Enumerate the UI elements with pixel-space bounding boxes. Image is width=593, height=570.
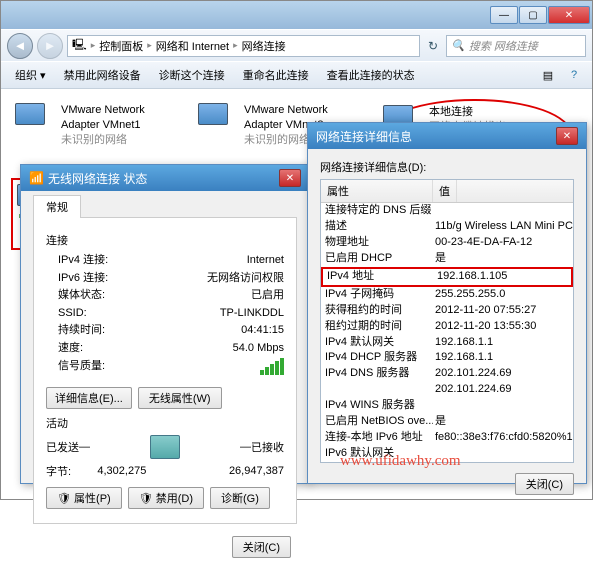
properties-button[interactable]: 🛡 属性(P)	[46, 487, 122, 509]
view-icon[interactable]: ▤	[538, 65, 558, 85]
dialog-titlebar: 📶 无线网络连接 状态 ✕	[21, 165, 309, 191]
table-row[interactable]: 描述11b/g Wireless LAN Mini PCI Ex	[321, 219, 573, 235]
watermark: www.ufidawhy.com	[340, 453, 461, 470]
table-row[interactable]: 连接-本地 IPv6 地址fe80::38e3:f76:cfd0:5820%13	[321, 430, 573, 446]
bytes-sent: 4,302,275	[97, 465, 146, 477]
tab-general[interactable]: 常规	[33, 195, 81, 218]
signal-icon: 📶	[29, 171, 43, 185]
breadcrumb[interactable]: 控制面板	[99, 38, 143, 54]
adapter-vmnet1[interactable]: VMware Network Adapter VMnet1 未识别的网络	[11, 99, 186, 170]
table-row[interactable]: IPv4 DHCP 服务器192.168.1.1	[321, 350, 573, 366]
activity-section-label: 活动	[46, 415, 284, 431]
bytes-recv: 26,947,387	[229, 465, 284, 477]
wireless-props-button[interactable]: 无线属性(W)	[138, 387, 222, 409]
col-value[interactable]: 值	[433, 180, 457, 202]
view-status-button[interactable]: 查看此连接的状态	[321, 65, 421, 85]
table-row[interactable]: IPv4 默认网关192.168.1.1	[321, 335, 573, 351]
details-table: 属性 值 连接特定的 DNS 后缀描述11b/g Wireless LAN Mi…	[320, 179, 574, 463]
diagnose-button[interactable]: 诊断这个连接	[153, 65, 231, 85]
help-icon[interactable]: ?	[564, 65, 584, 85]
close-button[interactable]: 关闭(C)	[515, 473, 574, 495]
activity-icon	[150, 435, 180, 459]
computer-icon: 🖳	[72, 36, 87, 55]
maximize-button[interactable]: ▢	[519, 6, 547, 24]
breadcrumb[interactable]: 网络和 Internet	[156, 38, 229, 54]
titlebar: — ▢ ✕	[1, 1, 592, 29]
navbar: ◄ ► 🖳 ▸ 控制面板 ▸ 网络和 Internet ▸ 网络连接 ↻ 🔍 搜…	[1, 29, 592, 61]
table-row[interactable]: 租约过期的时间2012-11-20 13:55:30	[321, 319, 573, 335]
adapter-icon	[15, 103, 53, 135]
close-button[interactable]: 关闭(C)	[232, 536, 291, 558]
toolbar: 组织 ▾ 禁用此网络设备 诊断这个连接 重命名此连接 查看此连接的状态 ▤ ?	[1, 61, 592, 89]
adapter-icon	[198, 103, 236, 135]
disable-device-button[interactable]: 禁用此网络设备	[58, 65, 147, 85]
details-button[interactable]: 详细信息(E)...	[46, 387, 132, 409]
signal-quality-icon	[260, 358, 284, 375]
table-row[interactable]: IPv4 子网掩码255.255.255.0	[321, 287, 573, 303]
minimize-button[interactable]: —	[490, 6, 518, 24]
back-button[interactable]: ◄	[7, 33, 33, 59]
table-row[interactable]: 物理地址00-23-4E-DA-FA-12	[321, 235, 573, 251]
table-row[interactable]: IPv4 WINS 服务器	[321, 398, 573, 414]
connection-details-dialog: 网络连接详细信息 ✕ 网络连接详细信息(D): 属性 值 连接特定的 DNS 后…	[307, 122, 587, 484]
table-row[interactable]: 202.101.224.69	[321, 382, 573, 398]
dialog-titlebar: 网络连接详细信息 ✕	[308, 123, 586, 149]
connection-section-label: 连接	[46, 232, 284, 248]
organize-menu[interactable]: 组织 ▾	[9, 65, 52, 85]
search-icon: 🔍	[451, 39, 465, 52]
close-button[interactable]: ✕	[556, 127, 578, 145]
wireless-status-dialog: 📶 无线网络连接 状态 ✕ 常规 连接 IPv4 连接:InternetIPv6…	[20, 164, 310, 484]
table-row[interactable]: 已启用 NetBIOS ove...是	[321, 414, 573, 430]
forward-button[interactable]: ►	[37, 33, 63, 59]
diagnose-button[interactable]: 诊断(G)	[210, 487, 270, 509]
search-input[interactable]: 🔍 搜索 网络连接	[446, 35, 586, 57]
table-row[interactable]: 连接特定的 DNS 后缀	[321, 203, 573, 219]
breadcrumb[interactable]: 网络连接	[242, 38, 286, 54]
address-bar[interactable]: 🖳 ▸ 控制面板 ▸ 网络和 Internet ▸ 网络连接	[67, 35, 420, 57]
table-row[interactable]: IPv4 地址192.168.1.105	[321, 267, 573, 287]
disable-button[interactable]: 🛡 禁用(D)	[128, 487, 204, 509]
rename-button[interactable]: 重命名此连接	[237, 65, 315, 85]
table-row[interactable]: 已启用 DHCP是	[321, 251, 573, 267]
table-row[interactable]: IPv4 DNS 服务器202.101.224.69	[321, 366, 573, 382]
table-row[interactable]: 获得租约的时间2012-11-20 07:55:27	[321, 303, 573, 319]
col-property[interactable]: 属性	[321, 180, 433, 202]
close-button[interactable]: ✕	[548, 6, 590, 24]
details-label: 网络连接详细信息(D):	[320, 159, 574, 175]
close-button[interactable]: ✕	[279, 169, 301, 187]
